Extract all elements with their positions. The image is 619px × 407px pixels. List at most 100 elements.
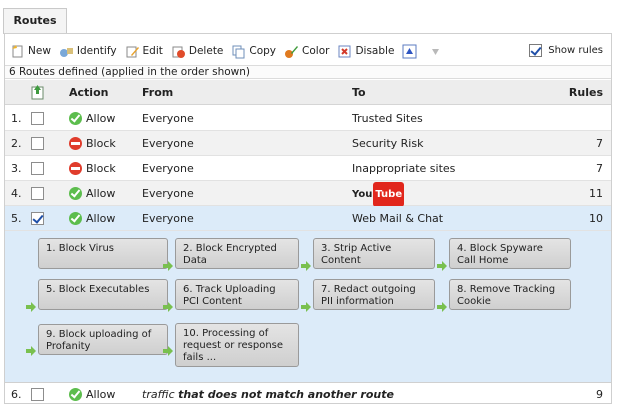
default-route-traffic: traffic [142,388,175,401]
disable-icon [337,44,352,59]
copy-button[interactable]: Copy [231,44,276,59]
flow-arrow-icon [163,261,173,271]
flow-arrow-icon [163,302,173,312]
rule-block-uploading-profanity[interactable]: 9. Block uploading of Profanity [38,324,168,355]
routes-summary: 6 Routes defined (applied in the order s… [5,65,611,79]
row-checkbox[interactable] [31,112,44,125]
row-to[interactable]: Trusted Sites [352,106,552,131]
row-from: Everyone [142,112,194,125]
flow-arrow-icon [301,261,311,271]
row-checkbox[interactable] [31,212,44,225]
rule-redact-outgoing-pii[interactable]: 7. Redact outgoing PII information [313,279,435,310]
block-icon [69,137,82,150]
row-number: 3. [11,162,22,175]
row-rules: 10 [589,212,603,225]
row-number: 1. [11,112,22,125]
row-checkbox[interactable] [31,187,44,200]
allow-icon [69,388,82,401]
youtube-logo[interactable]: You Tube [352,181,552,207]
row-action: Allow [69,106,137,131]
show-rules-toggle[interactable]: Show rules [529,44,603,57]
action-label: Block [86,137,116,150]
row-from: Everyone [142,212,194,225]
action-label: Allow [86,388,116,401]
color-icon [284,44,299,59]
delete-button[interactable]: Delete [171,44,223,59]
row-number: 5. [11,212,22,225]
row-checkbox[interactable] [31,388,44,401]
col-to: To [352,86,366,99]
rule-block-virus[interactable]: 1. Block Virus [38,238,168,269]
flow-arrow-icon [301,302,311,312]
color-button[interactable]: Color [284,44,329,59]
delete-icon [171,44,186,59]
row-rules: 7 [596,137,603,150]
add-route-icon[interactable] [30,80,45,105]
action-label: Allow [86,187,116,200]
default-route-description: traffic that does not match another rout… [142,383,482,406]
row-action: Allow [69,206,137,231]
allow-icon [69,212,82,225]
flow-arrow-icon [26,346,36,356]
block-icon [69,162,82,175]
table-row[interactable]: 1. Allow Everyone Trusted Sites [5,106,611,131]
rule-processing-fails[interactable]: 10. Processing of request or response fa… [175,323,299,367]
show-rules-checkbox[interactable] [529,44,543,57]
rule-block-executables[interactable]: 5. Block Executables [38,279,168,310]
action-label: Allow [86,112,116,125]
row-to[interactable]: Inappropriate sites [352,156,552,181]
table-row-selected[interactable]: 5. Allow Everyone Web Mail & Chat 10 [5,206,611,231]
table-row[interactable]: 3. Block Everyone Inappropriate sites 7 [5,156,611,181]
allow-icon [69,187,82,200]
disable-label: Disable [355,45,395,57]
tab-routes[interactable]: Routes [3,8,67,34]
row-to[interactable]: Web Mail & Chat [352,206,552,231]
action-label: Allow [86,212,116,225]
rule-remove-tracking-cookie[interactable]: 8. Remove Tracking Cookie [449,279,571,310]
row-action: Allow [69,383,137,406]
move-down-button[interactable] [428,44,446,59]
action-label: Block [86,162,116,175]
disable-button[interactable]: Disable [337,44,394,59]
row-rules: 7 [596,162,603,175]
row-number: 6. [11,388,22,401]
table-row[interactable]: 4. Allow Everyone You Tube 11 [5,181,611,207]
new-label: New [28,45,51,57]
move-up-button[interactable] [402,44,420,59]
youtube-logo-you: You [352,188,373,200]
edit-button[interactable]: Edit [125,44,163,59]
row-from: Everyone [142,162,194,175]
default-route-condition: that does not match another route [178,388,394,401]
row-action: Block [69,131,137,156]
rule-strip-active-content[interactable]: 3. Strip Active Content [313,238,435,269]
row-from: Everyone [142,187,194,200]
toolbar: New Identify Edit Delete Copy Color Disa… [10,39,605,63]
new-icon [10,44,25,59]
rule-block-encrypted-data[interactable]: 2. Block Encrypted Data [175,238,299,269]
new-button[interactable]: New [10,44,51,59]
row-checkbox[interactable] [31,137,44,150]
rule-block-spyware-call-home[interactable]: 4. Block Spyware Call Home [449,238,571,269]
copy-icon [231,44,246,59]
rule-track-uploading-pci-content[interactable]: 6. Track Uploading PCI Content [175,279,299,310]
rules-flow: 1. Block Virus 2. Block Encrypted Data 3… [5,231,611,382]
row-checkbox[interactable] [31,162,44,175]
row-from: Everyone [142,137,194,150]
table-row[interactable]: 2. Block Everyone Security Risk 7 [5,131,611,156]
arrow-up-icon [402,44,417,59]
edit-label: Edit [142,45,163,57]
color-label: Color [302,45,330,57]
table-row-default[interactable]: 6. Allow traffic that does not match ano… [5,382,611,405]
row-number: 2. [11,137,22,150]
flow-arrow-icon [163,346,173,356]
identify-button[interactable]: Identify [59,44,117,59]
col-action: Action [69,86,109,99]
arrow-down-icon [428,44,443,59]
row-to[interactable]: Security Risk [352,131,552,156]
allow-icon [69,112,82,125]
youtube-logo-tube: Tube [373,181,405,207]
flow-arrow-icon [26,302,36,312]
show-rules-label: Show rules [548,45,603,56]
row-number: 4. [11,187,22,200]
row-action: Allow [69,181,137,206]
